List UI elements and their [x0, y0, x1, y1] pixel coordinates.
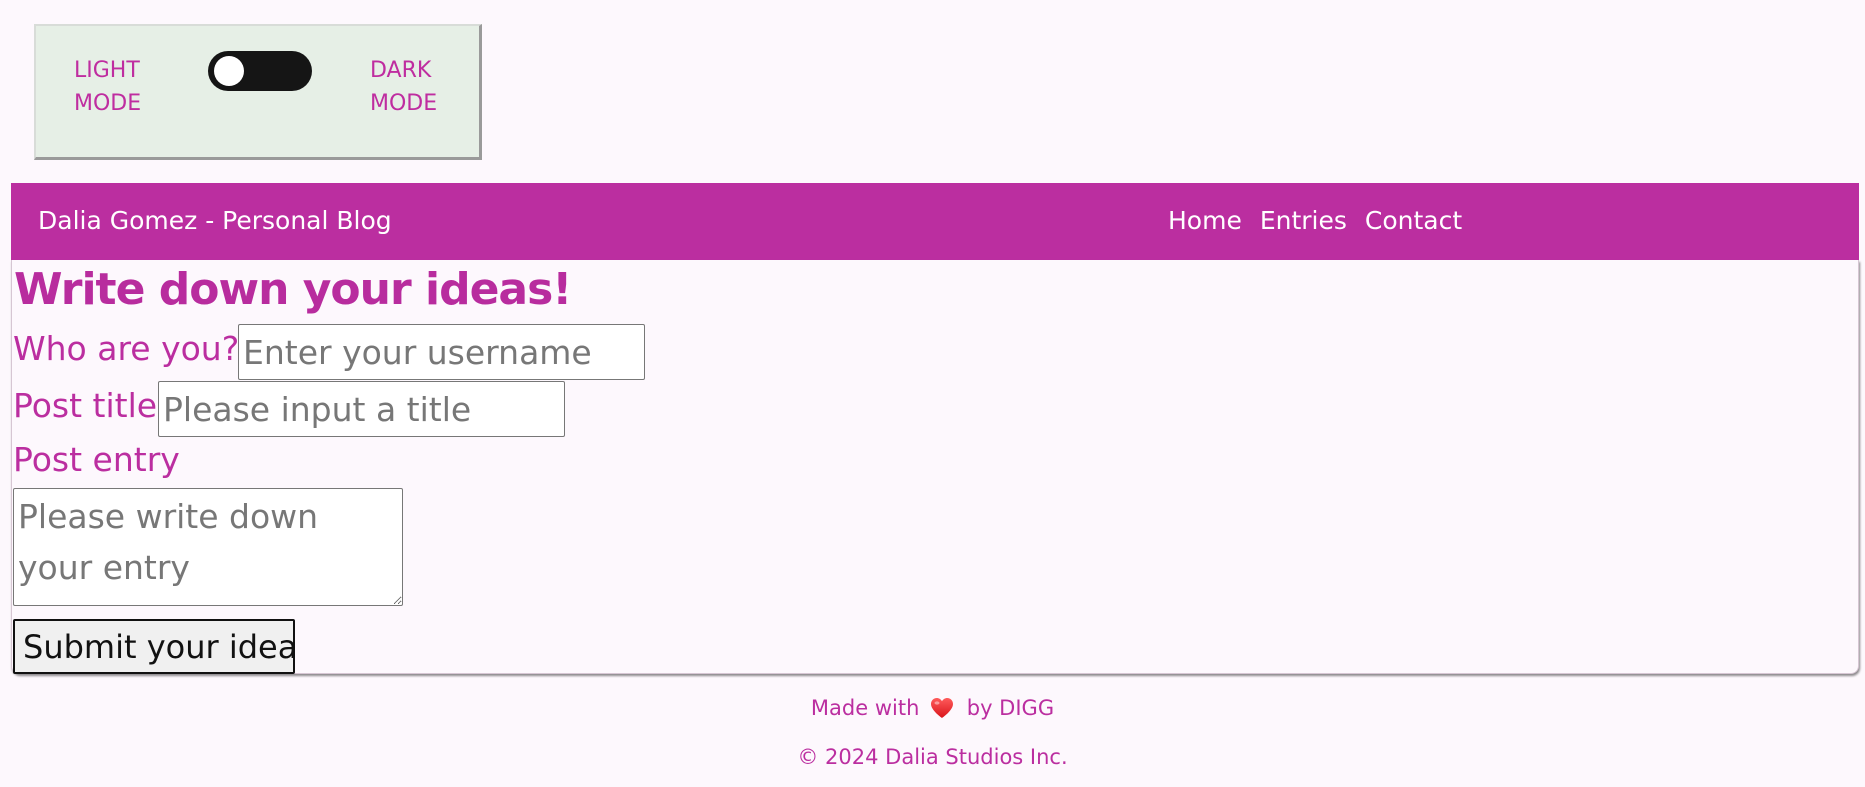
copyright: © 2024 Dalia Studios Inc. [797, 745, 1068, 769]
navbar: Dalia Gomez - Personal Blog Home Entries… [11, 183, 1859, 260]
nav-links: Home Entries Contact [1168, 203, 1462, 239]
submit-idea-button[interactable]: Submit your idea [13, 619, 297, 674]
nav-link-entries[interactable]: Entries [1260, 203, 1347, 239]
page: Light Mode Dark Mode Dalia Gomez - Perso… [0, 0, 1865, 787]
post-title-label: Post title [13, 386, 158, 425]
light-mode-label: Light Mode [74, 58, 142, 116]
dark-mode-label: Dark Mode [370, 58, 438, 116]
made-with-line: Made with by DIGG [0, 690, 1865, 730]
theme-toggle-switch[interactable] [208, 51, 312, 91]
toggle-knob [214, 56, 244, 86]
post-form-card: Write down your ideas! Who are you? Post… [11, 260, 1859, 674]
form-heading: Write down your ideas! [14, 264, 572, 315]
post-title-input[interactable] [158, 381, 565, 437]
nav-link-home[interactable]: Home [1168, 203, 1242, 239]
brand-title: Dalia Gomez - Personal Blog [38, 206, 392, 235]
post-entry-label: Post entry [13, 440, 180, 479]
username-label: Who are you? [13, 329, 240, 368]
made-with-prefix: Made with [810, 696, 920, 720]
made-with-suffix: by DIGG [966, 696, 1055, 720]
nav-link-contact[interactable]: Contact [1365, 203, 1462, 239]
username-input[interactable] [238, 324, 645, 380]
mode-toggle-panel: Light Mode Dark Mode [34, 24, 482, 160]
heart-icon [930, 694, 954, 730]
footer: Made with by DIGG © 2024 Dalia Studios I… [0, 690, 1865, 775]
post-entry-textarea[interactable] [13, 488, 403, 606]
